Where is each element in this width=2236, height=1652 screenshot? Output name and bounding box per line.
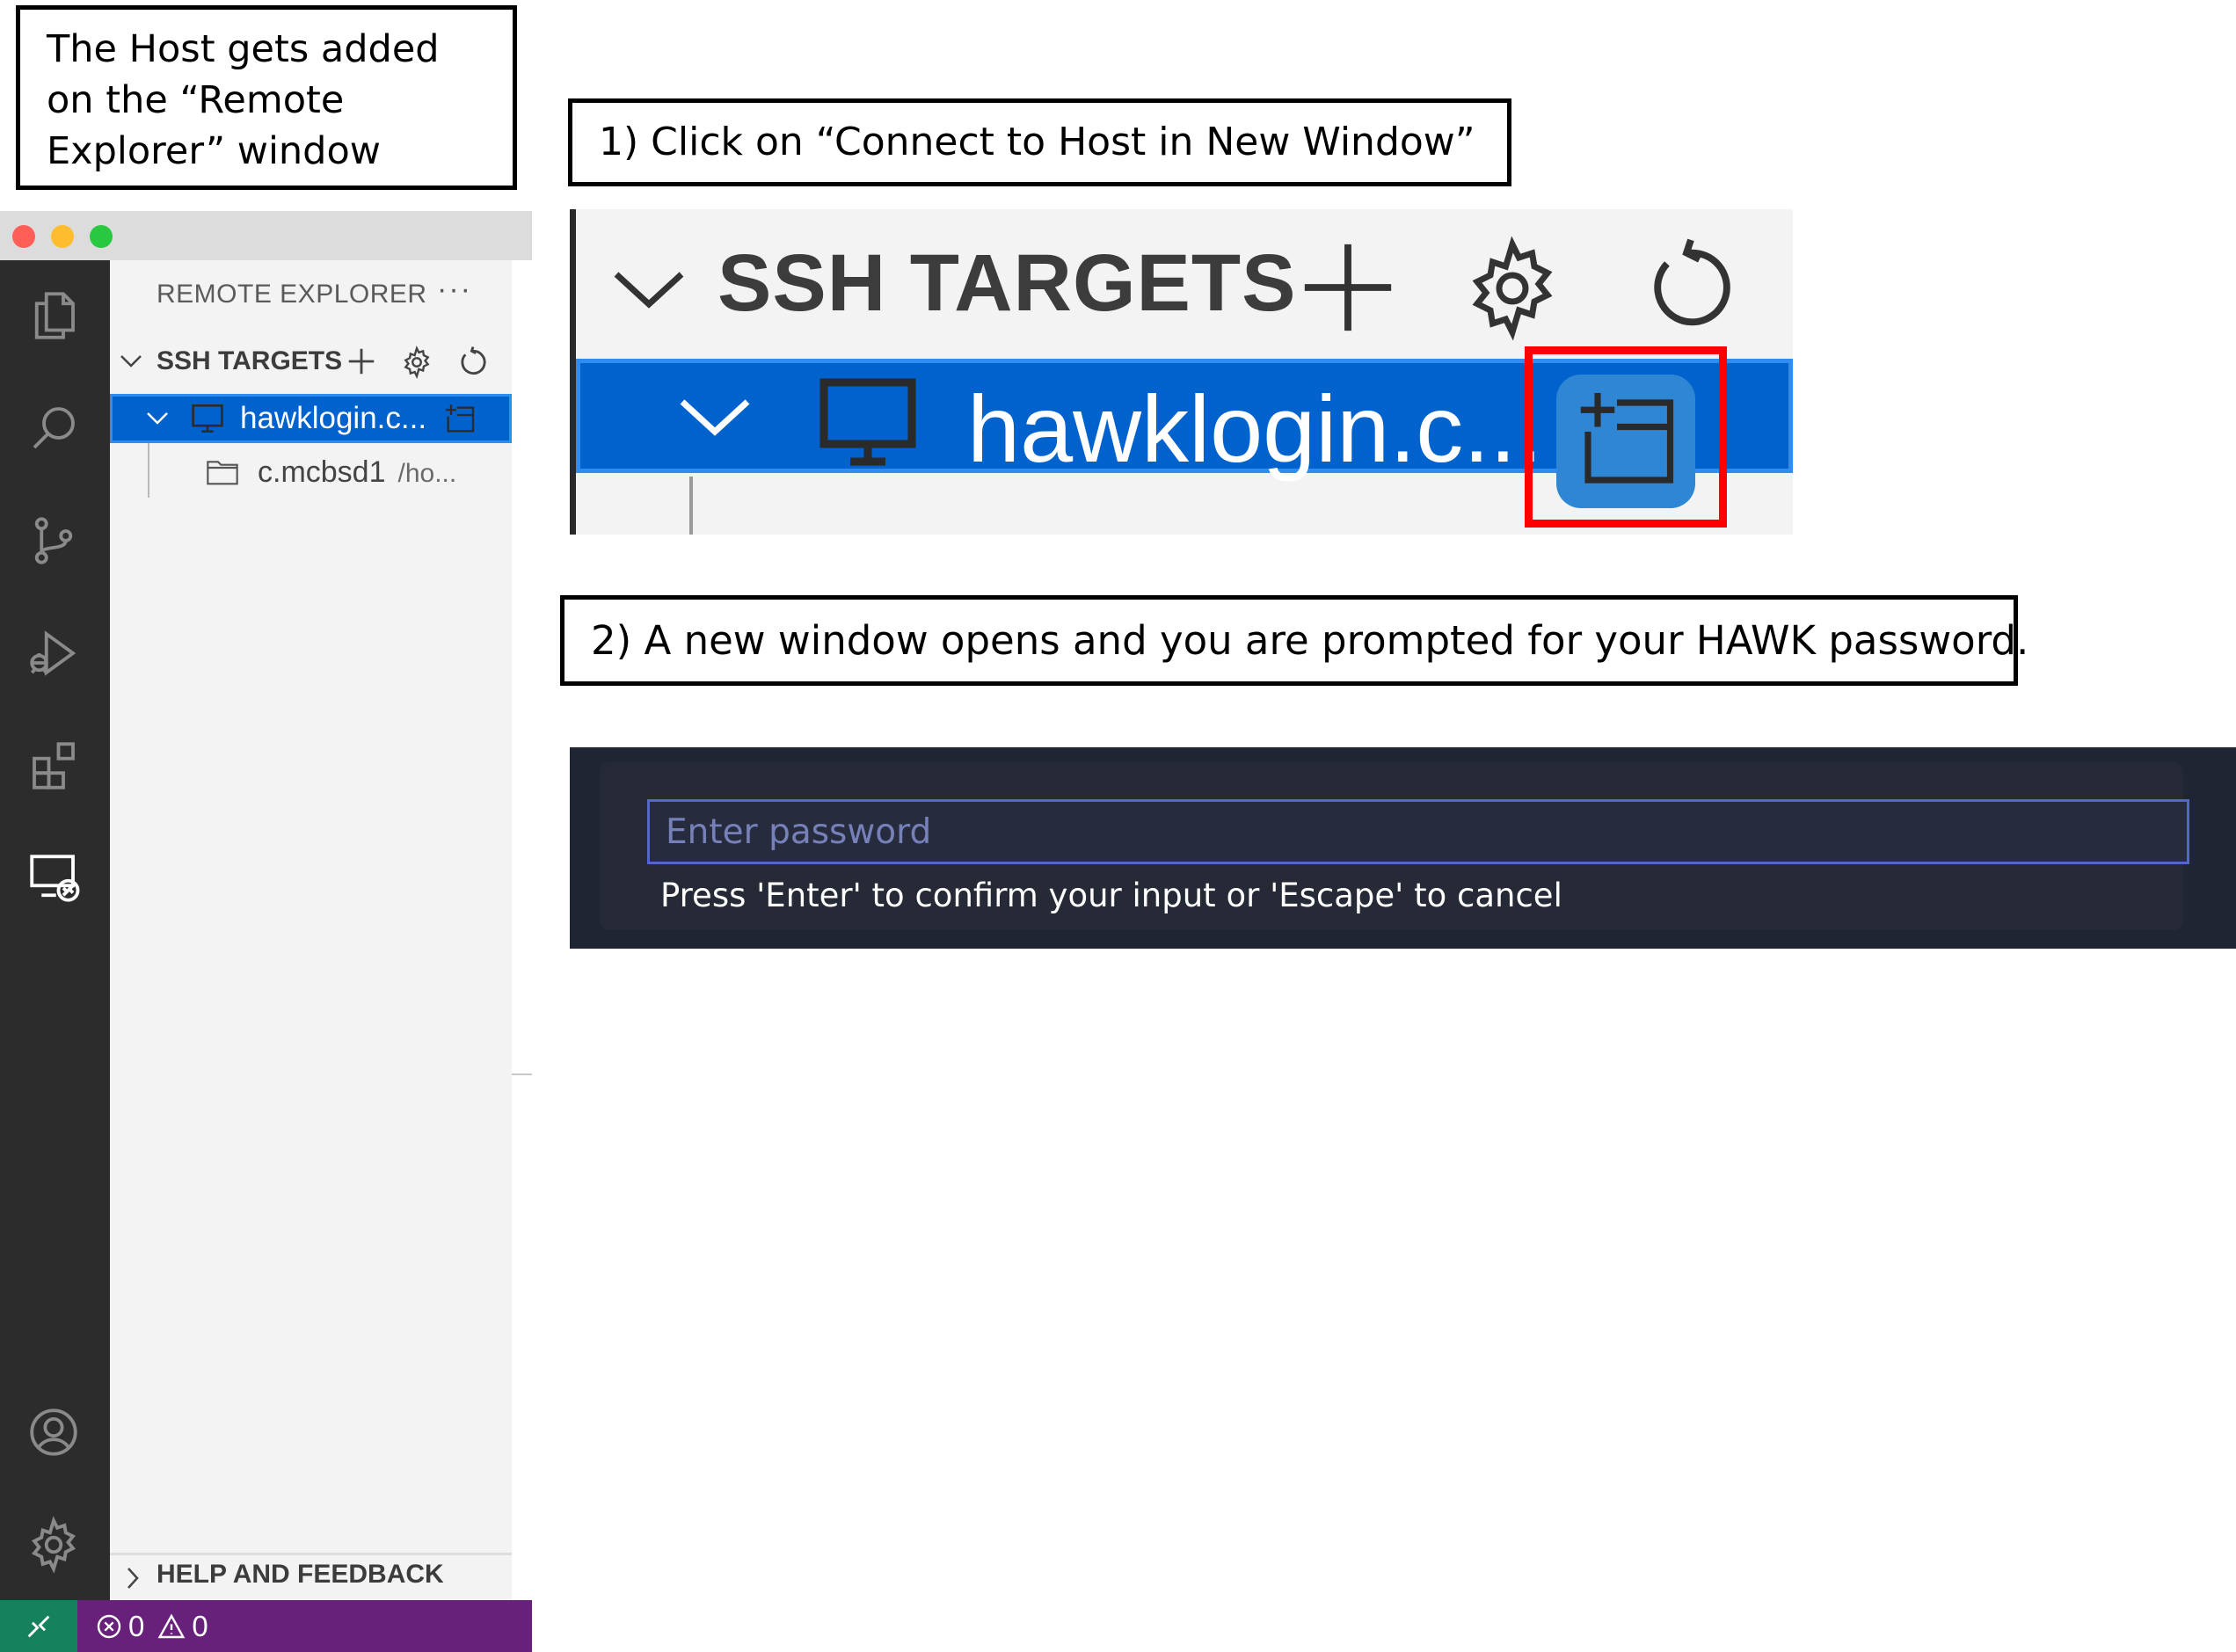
remote-folder-row[interactable]: c.mcbsd1/ho... (110, 445, 512, 498)
monitor-icon (819, 378, 916, 466)
add-new-host-icon[interactable] (1296, 236, 1400, 339)
ssh-host-row[interactable]: hawklogin.c... (110, 394, 512, 443)
source-control-icon[interactable] (19, 506, 88, 575)
prompt-hint: Press 'Enter' to confirm your input or '… (660, 877, 1562, 914)
add-new-host-icon[interactable] (345, 345, 378, 378)
close-window-button[interactable] (12, 225, 35, 248)
chevron-down-icon (680, 399, 750, 436)
status-bar: 0 0 (0, 1600, 532, 1652)
remote-explorer-icon[interactable] (19, 844, 88, 913)
chevron-down-icon (120, 355, 142, 368)
activity-bar (0, 260, 110, 1600)
ssh-host-label: hawklogin.c... (240, 401, 427, 435)
account-icon[interactable] (19, 1398, 88, 1466)
problems-status[interactable]: 0 0 (95, 1600, 208, 1652)
highlight-box (1525, 346, 1727, 528)
activity-bar-edge (570, 209, 576, 535)
password-input[interactable] (647, 799, 2189, 864)
tree-indent-guide (689, 477, 693, 535)
ssh-host-label: hawklogin.c... (967, 375, 1543, 482)
title-bar (0, 211, 532, 260)
ssh-targets-label: SSH TARGETS (717, 238, 1297, 328)
editor-edge (512, 260, 532, 1600)
sidebar-title: REMOTE EXPLORER (157, 280, 427, 309)
monitor-icon (192, 404, 223, 433)
files-icon[interactable] (19, 281, 88, 350)
run-debug-icon[interactable] (19, 619, 88, 688)
folder-name: c.mcbsd1 (258, 455, 386, 489)
error-count: 0 (128, 1609, 145, 1642)
gear-icon[interactable] (19, 1510, 88, 1579)
more-actions-button[interactable]: ··· (437, 273, 472, 307)
extensions-icon[interactable] (19, 731, 88, 800)
zoomed-ssh-targets: SSH TARGETS hawklogin.c... (570, 209, 1793, 535)
ssh-targets-label: SSH TARGETS (157, 346, 343, 375)
section-divider (110, 1553, 512, 1555)
remote-indicator-button[interactable] (0, 1600, 77, 1652)
connect-in-new-window-icon[interactable] (441, 402, 478, 437)
chevron-right-icon (127, 1568, 139, 1589)
callout-step-2: 2) A new window opens and you are prompt… (560, 595, 2028, 686)
ssh-targets-section-header[interactable]: SSH TARGETS (110, 339, 512, 383)
warning-count: 0 (192, 1609, 208, 1642)
remote-explorer-sidebar: REMOTE EXPLORER ··· SSH TARGETS hawklogi… (110, 260, 512, 1600)
vscode-window: REMOTE EXPLORER ··· SSH TARGETS hawklogi… (0, 211, 532, 1652)
quick-input-widget: Press 'Enter' to confirm your input or '… (601, 762, 2189, 930)
remote-connection-icon (27, 1615, 50, 1637)
zoom-window-button[interactable] (90, 225, 113, 248)
folder-icon (207, 461, 238, 485)
help-feedback-label: HELP AND FEEDBACK (157, 1560, 444, 1589)
search-icon[interactable] (19, 394, 88, 462)
callout-step-1: 1) Click on “Connect to Host in New Wind… (568, 98, 1511, 186)
help-feedback-section-header[interactable]: HELP AND FEEDBACK (110, 1556, 512, 1600)
error-icon (97, 1614, 121, 1638)
refresh-icon[interactable] (456, 346, 490, 379)
minimize-window-button[interactable] (51, 225, 74, 248)
chevron-down-icon (147, 412, 168, 425)
callout-host-added: The Host gets added on the “Remote Explo… (16, 5, 517, 190)
chevron-down-icon (614, 272, 684, 309)
folder-path: /ho... (397, 459, 457, 488)
configure-gear-icon[interactable] (400, 346, 433, 379)
refresh-icon[interactable] (1639, 236, 1743, 339)
warning-icon (157, 1613, 186, 1638)
configure-gear-icon[interactable] (1460, 236, 1565, 341)
password-prompt: Press 'Enter' to confirm your input or '… (570, 747, 2236, 949)
